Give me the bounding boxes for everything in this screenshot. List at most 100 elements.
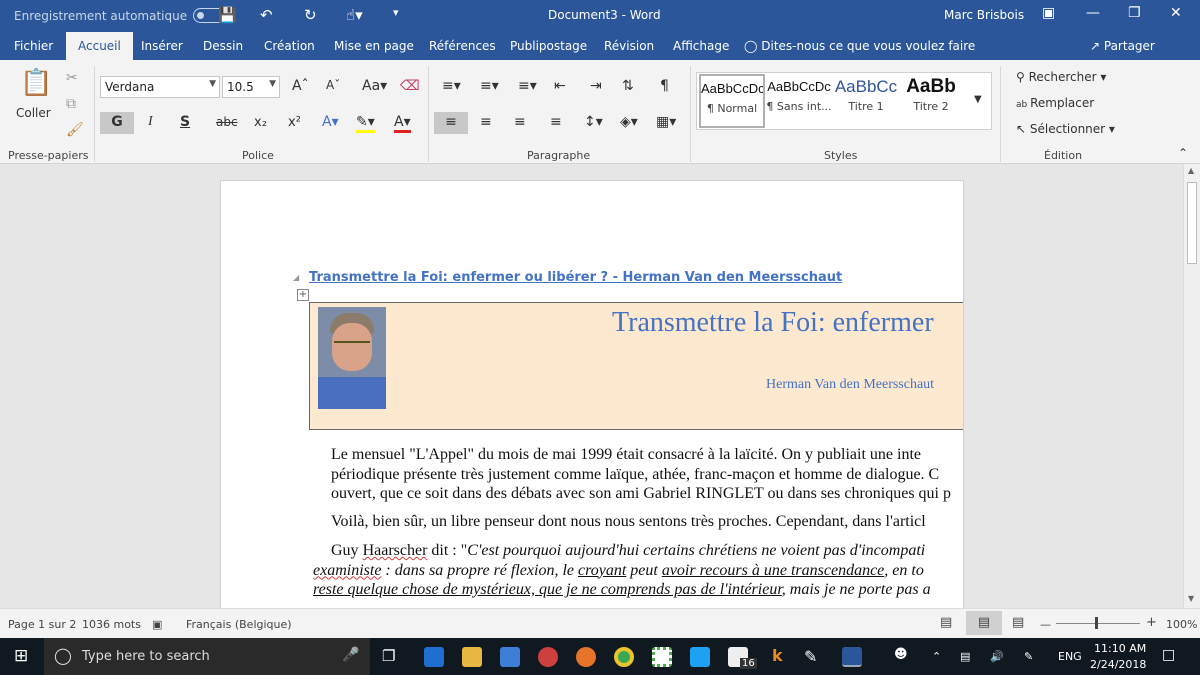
sort-icon[interactable]: ⇅	[622, 78, 634, 94]
file-explorer-icon[interactable]	[462, 647, 482, 667]
share-button[interactable]: ↗ Partager	[1090, 39, 1155, 53]
proofing-icon[interactable]: ▣	[152, 618, 162, 631]
chevron-up-icon[interactable]: ⌃	[932, 650, 941, 663]
paste-label[interactable]: Coller	[16, 106, 51, 120]
tab-references[interactable]: Références	[429, 39, 496, 53]
numbering-icon[interactable]: ≡▾	[480, 78, 499, 94]
app-grid-icon[interactable]	[652, 647, 672, 667]
scroll-up-icon[interactable]: ▲	[1188, 166, 1194, 175]
microphone-icon[interactable]: 🎤	[342, 647, 359, 663]
web-layout-icon[interactable]: ▤	[1012, 615, 1024, 630]
action-center-icon[interactable]: □	[1162, 647, 1175, 663]
bold-button[interactable]: G	[100, 112, 134, 134]
tab-affichage[interactable]: Affichage	[673, 39, 729, 53]
decrease-indent-icon[interactable]: ⇤	[554, 78, 566, 94]
increase-indent-icon[interactable]: ⇥	[590, 78, 602, 94]
clock-date[interactable]: 2/24/2018	[1090, 658, 1146, 671]
scroll-thumb[interactable]	[1187, 182, 1197, 264]
app-k-icon[interactable]: k	[772, 646, 783, 665]
chrome-icon[interactable]	[614, 647, 634, 667]
word-icon[interactable]	[842, 647, 862, 667]
paste-icon[interactable]: 📋	[20, 68, 52, 98]
shrink-font-icon[interactable]: Aˇ	[326, 78, 340, 92]
tab-revision[interactable]: Révision	[604, 39, 654, 53]
zoom-slider[interactable]	[1056, 623, 1140, 624]
read-mode-icon[interactable]: ▤	[940, 615, 952, 630]
italic-button[interactable]: I	[148, 114, 153, 130]
language-status[interactable]: Français (Belgique)	[186, 618, 292, 631]
document-page[interactable]: ◢ Transmettre la Foi: enfermer ou libére…	[220, 180, 964, 608]
justify-icon[interactable]: ≡	[550, 114, 562, 130]
font-name-box[interactable]: Verdana ▼	[100, 76, 220, 98]
collapse-ribbon-icon[interactable]: ⌃	[1178, 146, 1188, 160]
scroll-down-icon[interactable]: ▼	[1188, 594, 1194, 603]
tab-mise-en-page[interactable]: Mise en page	[334, 39, 414, 53]
collapse-triangle-icon[interactable]: ◢	[293, 273, 299, 282]
multilevel-list-icon[interactable]: ≡▾	[518, 78, 537, 94]
tab-inserer[interactable]: Insérer	[141, 39, 183, 53]
firefox-icon[interactable]	[576, 647, 596, 667]
align-left-icon[interactable]: ≡	[434, 112, 468, 134]
text-effects-icon[interactable]: A▾	[322, 114, 339, 130]
app-icon[interactable]	[538, 647, 558, 667]
cut-icon[interactable]: ✂	[66, 70, 78, 86]
tablet-icon[interactable]: ▤	[960, 650, 970, 663]
highlight-icon[interactable]: ✎▾	[356, 114, 375, 133]
table-move-handle-icon[interactable]: +	[297, 289, 309, 301]
redo-icon[interactable]: ↻	[304, 6, 317, 24]
autosave[interactable]: Enregistrement automatique	[14, 8, 228, 23]
ribbon-display-icon[interactable]: ▣	[1042, 5, 1055, 21]
taskbar-search[interactable]: ◯ Type here to search 🎤	[44, 638, 370, 675]
style-sans-interligne[interactable]: AaBbCcDc ¶ Sans int...	[766, 74, 832, 128]
user-name[interactable]: Marc Brisbois	[944, 8, 1024, 22]
zoom-out-icon[interactable]: —	[1040, 618, 1051, 631]
font-size-box[interactable]: 10.5 ▼	[222, 76, 280, 98]
line-spacing-icon[interactable]: ↕▾	[584, 114, 603, 130]
align-right-icon[interactable]: ≡	[514, 114, 526, 130]
tab-publipostage[interactable]: Publipostage	[510, 39, 587, 53]
find-button[interactable]: ⚲ Rechercher ▾	[1016, 70, 1106, 84]
minimize-icon[interactable]: —	[1086, 5, 1100, 21]
clear-format-icon[interactable]: ⌫	[400, 78, 420, 94]
windows-start-icon[interactable]: ⊞	[14, 646, 28, 666]
format-painter-icon[interactable]: 🖌	[66, 122, 84, 138]
bullets-icon[interactable]: ≡▾	[442, 78, 461, 94]
font-color-icon[interactable]: A▾	[394, 114, 411, 133]
strikethrough-button[interactable]: abc	[216, 115, 238, 129]
grow-font-icon[interactable]: Aˆ	[292, 78, 309, 94]
tab-accueil[interactable]: Accueil	[66, 32, 133, 60]
borders-icon[interactable]: ▦▾	[656, 114, 676, 130]
restore-icon[interactable]: ❐	[1128, 5, 1141, 21]
copy-icon[interactable]: ⧉	[66, 96, 76, 112]
pen-app-icon[interactable]: ✎	[804, 647, 824, 667]
zoom-level[interactable]: 100%	[1166, 618, 1197, 631]
style-normal[interactable]: AaBbCcDc ¶ Normal	[699, 74, 765, 128]
touch-mode-icon[interactable]: ☝▾	[346, 6, 363, 24]
language-indicator[interactable]: ENG	[1058, 650, 1082, 663]
underline-button[interactable]: S	[180, 114, 190, 130]
store-icon[interactable]	[500, 647, 520, 667]
style-titre-2[interactable]: AaBb Titre 2	[900, 74, 962, 128]
print-layout-icon[interactable]: ▤	[966, 611, 1002, 635]
select-button[interactable]: ↖ Sélectionner ▾	[1016, 122, 1115, 136]
styles-more-icon[interactable]: ▼	[974, 94, 982, 105]
vertical-scrollbar[interactable]: ▲ ▼	[1183, 164, 1200, 608]
tab-dessin[interactable]: Dessin	[203, 39, 243, 53]
show-formatting-icon[interactable]: ¶	[660, 78, 669, 94]
tab-creation[interactable]: Création	[264, 39, 315, 53]
replace-button[interactable]: ab Remplacer	[1016, 96, 1094, 110]
zoom-in-icon[interactable]: +	[1146, 615, 1157, 630]
twitter-icon[interactable]	[690, 647, 710, 667]
word-count[interactable]: 1036 mots	[82, 618, 141, 631]
align-center-icon[interactable]: ≡	[480, 114, 492, 130]
customize-qat-icon[interactable]: ▾	[393, 6, 399, 19]
subscript-button[interactable]: x₂	[254, 115, 267, 130]
task-view-icon[interactable]: ❐	[382, 647, 395, 665]
people-icon[interactable]: ☻	[894, 647, 908, 662]
undo-icon[interactable]: ↶	[260, 6, 273, 24]
clock-time[interactable]: 11:10 AM	[1094, 642, 1146, 655]
tab-fichier[interactable]: Fichier	[14, 39, 53, 53]
change-case-icon[interactable]: Aa▾	[362, 78, 387, 94]
edge-icon[interactable]	[424, 647, 444, 667]
save-icon[interactable]: 💾	[218, 6, 237, 24]
